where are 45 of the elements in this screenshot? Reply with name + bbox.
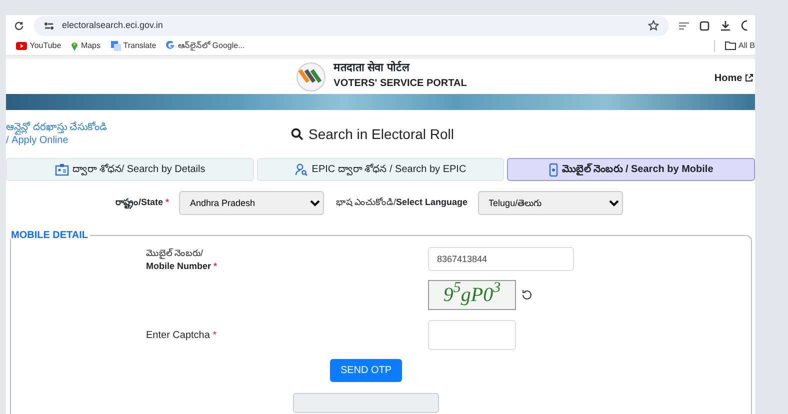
all-bookmarks[interactable]: All B — [714, 40, 755, 52]
captcha-image: 9$^{5}$gP0$^{3}$ — [428, 280, 516, 310]
apply-online-link[interactable]: ఆన్లైన్లో దరఖాస్తు చేసుకోండి / Apply Online — [6, 121, 206, 147]
extension-icon[interactable] — [699, 20, 710, 31]
translate-icon — [110, 40, 120, 50]
portal-title-hindi: मतदाता सेवा पोर्टल — [334, 62, 411, 76]
user-search-icon — [294, 163, 308, 176]
search-icon — [291, 128, 303, 140]
url-text: electoralsearch.eci.gov.in — [62, 18, 163, 32]
section-legend: MOBILE DETAIL — [11, 228, 90, 243]
captcha-field[interactable] — [428, 320, 516, 350]
portal-title: VOTERS' SERVICE PORTAL — [334, 76, 467, 91]
bookmark[interactable]: ఆన్‌లైన్‌లో Google... — [166, 40, 245, 52]
address-bar[interactable]: electoralsearch.eci.gov.in — [34, 16, 669, 36]
menu-icon[interactable] — [679, 22, 689, 30]
google-icon — [166, 41, 176, 50]
youtube-icon — [16, 42, 27, 50]
star-icon[interactable] — [648, 20, 659, 31]
tab[interactable]: ద్వారా శోధన/ Search by Details — [6, 158, 254, 181]
logo-icon — [294, 62, 328, 92]
mobile-phone-icon — [548, 162, 558, 176]
bookmark[interactable]: YouTube — [16, 40, 62, 52]
external-link-icon — [745, 74, 753, 82]
tab[interactable]: EPIC ద్వారా శోధన / Search by EPIC — [256, 158, 504, 181]
site-info-icon[interactable] — [44, 22, 54, 30]
mobile-number-label: మొబైల్ నెంబరు/ Mobile Number * — [146, 247, 218, 272]
captcha-label: Enter Captcha * — [146, 328, 218, 343]
mobile-number-field[interactable]: 8367413844 — [428, 247, 574, 271]
refresh-icon[interactable] — [521, 289, 533, 302]
home-link[interactable]: Home — [714, 71, 753, 86]
bookmark[interactable]: Maps — [71, 40, 100, 52]
language-label: భాష ఎంచుకోండి/Select Language — [336, 196, 468, 210]
profile-icon[interactable] — [741, 20, 747, 31]
folder-icon — [724, 41, 736, 50]
language-select[interactable]: Telugu/తెలుగు — [478, 191, 623, 215]
state-select[interactable]: Andhra Pradesh — [179, 191, 324, 215]
id-card-icon — [54, 163, 69, 176]
bookmark[interactable]: Translate — [110, 40, 156, 52]
reload-icon[interactable] — [14, 20, 24, 30]
send-otp-button[interactable]: SEND OTP — [330, 359, 402, 382]
state-label: రాష్ట్రం/State * — [114, 196, 169, 210]
tab[interactable]: మొబైల్ నెంబరు / Search by Mobile — [507, 158, 755, 181]
page-title: Search in Electoral Roll — [308, 124, 454, 144]
download-icon[interactable] — [720, 20, 731, 31]
map-pin-icon — [71, 40, 78, 50]
